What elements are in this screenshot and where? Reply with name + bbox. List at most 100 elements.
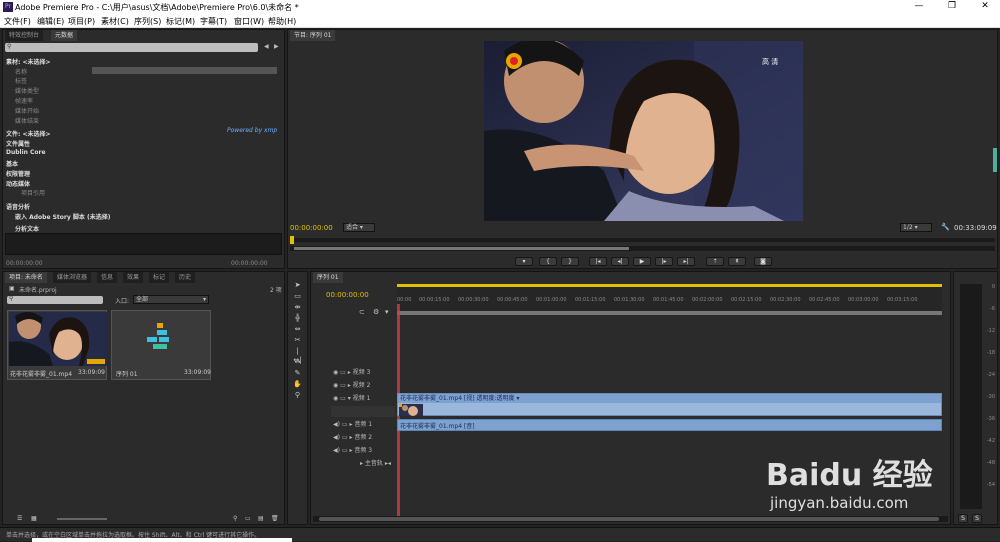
speaker-icon[interactable]: ◀) (333, 421, 340, 428)
program-scrubber[interactable] (290, 236, 995, 244)
menu-project[interactable]: 项目(P) (68, 16, 95, 27)
menu-title[interactable]: 字幕(T) (200, 16, 227, 27)
file-section[interactable]: 文件属性 (6, 139, 30, 148)
audio-clip[interactable]: 花非花雾非雾_01.mp4 [音] (397, 419, 942, 431)
mark-out-button[interactable]: } (561, 257, 579, 266)
tab-sequence[interactable]: 序列 01 (313, 272, 343, 283)
menu-window[interactable]: 窗口(W) (234, 16, 264, 27)
project-search-input[interactable]: ⚲ (7, 295, 103, 304)
list-view-icon[interactable]: ☰ (17, 515, 22, 522)
selection-tool-icon[interactable]: ➤ (293, 281, 302, 290)
menu-sequence[interactable]: 序列(S) (134, 16, 161, 27)
restore-icon[interactable]: ❐ (943, 1, 961, 14)
track-video-1-controls[interactable] (331, 406, 395, 417)
eye-icon[interactable]: ◉ (333, 369, 338, 376)
rate-stretch-tool-icon[interactable]: ⇔ (293, 325, 302, 334)
file-section[interactable]: Dublin Core (6, 149, 46, 156)
menu-marker[interactable]: 标记(M) (166, 16, 195, 27)
minimize-icon[interactable]: — (910, 1, 928, 14)
in-select[interactable]: 全部 ▾ (133, 295, 209, 304)
material-header[interactable]: 素材: <未选择> (6, 57, 51, 66)
project-item-sequence[interactable]: 序列 01 33:09:09 (111, 310, 211, 380)
zoom-bar[interactable] (290, 246, 995, 251)
step-back-button[interactable]: ◂| (611, 257, 629, 266)
next-icon[interactable]: ▶ (274, 43, 279, 50)
tab-effect-controls[interactable]: 特效控制台 (5, 30, 44, 41)
rolling-edit-tool-icon[interactable]: ╬ (293, 314, 302, 323)
wrench-icon[interactable]: 🔧 (941, 223, 950, 231)
embed-story[interactable]: 嵌入 Adobe Story 脚本 (未选择) (15, 212, 110, 221)
slide-tool-icon[interactable]: ↔ (293, 358, 302, 367)
add-marker-button[interactable]: ▾ (515, 257, 533, 266)
analysis-text-area[interactable] (5, 233, 282, 255)
menu-file[interactable]: 文件(F) (4, 16, 31, 27)
work-area-bar[interactable] (397, 284, 942, 287)
step-forward-button[interactable]: |▸ (655, 257, 673, 266)
tab-project[interactable]: 项目: 未命名 (5, 272, 47, 283)
timeline-scrollbar[interactable] (313, 516, 948, 522)
timeline-scrollbar-thumb[interactable] (319, 517, 939, 521)
lift-button[interactable]: ⇡ (706, 257, 724, 266)
marker-icon[interactable]: ▾ (385, 308, 389, 316)
eye-icon[interactable]: ◉ (333, 395, 338, 402)
go-to-in-button[interactable]: |◂ (589, 257, 607, 266)
speaker-icon[interactable]: ◀) (333, 434, 340, 441)
close-icon[interactable]: ✕ (976, 1, 994, 14)
tab-metadata[interactable]: 元数据 (51, 30, 78, 41)
program-timecode[interactable]: 00:00:00:00 (290, 224, 333, 232)
metadata-search-input[interactable]: ⚲ (5, 43, 258, 52)
zoom-bar-thumb[interactable] (294, 247, 629, 250)
pen-tool-icon[interactable]: ✎ (293, 369, 302, 378)
hand-tool-icon[interactable]: ✋ (293, 380, 302, 389)
tab-effects[interactable]: 效果 (123, 272, 144, 283)
speech-header[interactable]: 语音分析 (6, 202, 30, 211)
link-icon[interactable]: ⚙ (373, 308, 379, 316)
go-to-out-button[interactable]: ▸| (677, 257, 695, 266)
track-video-1[interactable]: ◉ ▭ ▾ 视频 1 (333, 393, 370, 405)
solo-right-button[interactable]: S (972, 514, 982, 523)
track-master[interactable]: ▸ 主音轨 ▸◂ (360, 458, 391, 470)
solo-left-button[interactable]: S (958, 514, 968, 523)
razor-tool-icon[interactable]: ✂ (293, 336, 302, 345)
track-select-tool-icon[interactable]: ▭ (293, 292, 302, 301)
panel-resize-handle[interactable] (993, 148, 997, 172)
zoom-tool-icon[interactable]: ⚲ (293, 391, 302, 400)
track-video-2[interactable]: ◉ ▭ ▸ 视频 2 (333, 380, 370, 392)
track-audio-1[interactable]: ◀) ▭ ▸ 音频 1 (333, 419, 372, 431)
scale-select[interactable]: 1/2 ▾ (900, 223, 932, 232)
tab-program[interactable]: 节目: 序列 01 (290, 30, 336, 41)
video-clip[interactable]: 花非花雾非雾_01.mp4 [视] 透明度:透明度 ▾ (397, 393, 942, 416)
tab-media-browser[interactable]: 媒体浏览器 (53, 272, 92, 283)
project-item-clip[interactable]: 花非花雾非雾_01.mp4 33:09:09 (7, 310, 107, 380)
trash-icon[interactable]: 🗑 (271, 515, 279, 522)
fit-select[interactable]: 适合 ▾ (343, 223, 375, 232)
mark-in-button[interactable]: { (539, 257, 557, 266)
file-section[interactable]: 基本 (6, 159, 18, 168)
tab-history[interactable]: 历史 (175, 272, 196, 283)
track-audio-2[interactable]: ◀) ▭ ▸ 音频 2 (333, 432, 372, 444)
find-icon[interactable]: ⚲ (233, 515, 237, 522)
name-field[interactable] (92, 67, 277, 74)
eye-icon[interactable]: ◉ (333, 382, 338, 389)
prev-icon[interactable]: ◀ (264, 43, 269, 50)
speaker-icon[interactable]: ◀) (333, 447, 340, 454)
slip-tool-icon[interactable]: |↔| (293, 347, 302, 364)
extract-button[interactable]: ⇞ (728, 257, 746, 266)
new-bin-icon[interactable]: ▭ (245, 515, 251, 522)
new-item-icon[interactable]: ▤ (258, 515, 264, 522)
file-header[interactable]: 文件: <未选择> (6, 129, 51, 138)
menu-help[interactable]: 帮助(H) (268, 16, 296, 27)
track-video-3[interactable]: ◉ ▭ ▸ 视频 3 (333, 367, 370, 379)
ripple-edit-tool-icon[interactable]: ⇹ (293, 303, 302, 312)
playhead[interactable] (290, 236, 294, 244)
play-button[interactable]: ▶ (633, 257, 651, 266)
snap-icon[interactable]: ⊂ (359, 308, 365, 316)
file-section[interactable]: 权限管理 (6, 169, 30, 178)
tab-info[interactable]: 信息 (97, 272, 118, 283)
timeline-timecode[interactable]: 00:00:00:00 (326, 291, 369, 299)
file-section[interactable]: 动态媒体 (6, 179, 30, 188)
icon-view-icon[interactable]: ▦ (31, 515, 37, 522)
menu-clip[interactable]: 素材(C) (101, 16, 129, 27)
track-audio-3[interactable]: ◀) ▭ ▸ 音频 3 (333, 445, 372, 457)
tab-markers[interactable]: 标记 (149, 272, 170, 283)
